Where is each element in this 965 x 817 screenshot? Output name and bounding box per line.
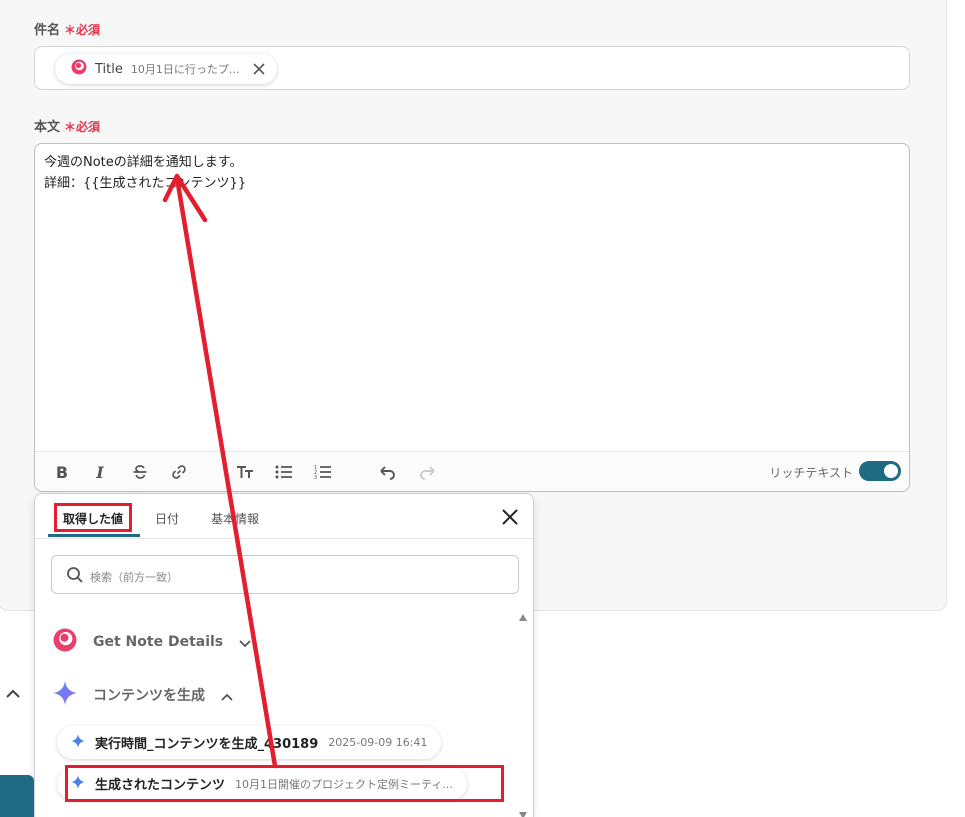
annotation-arrow — [162, 173, 278, 769]
